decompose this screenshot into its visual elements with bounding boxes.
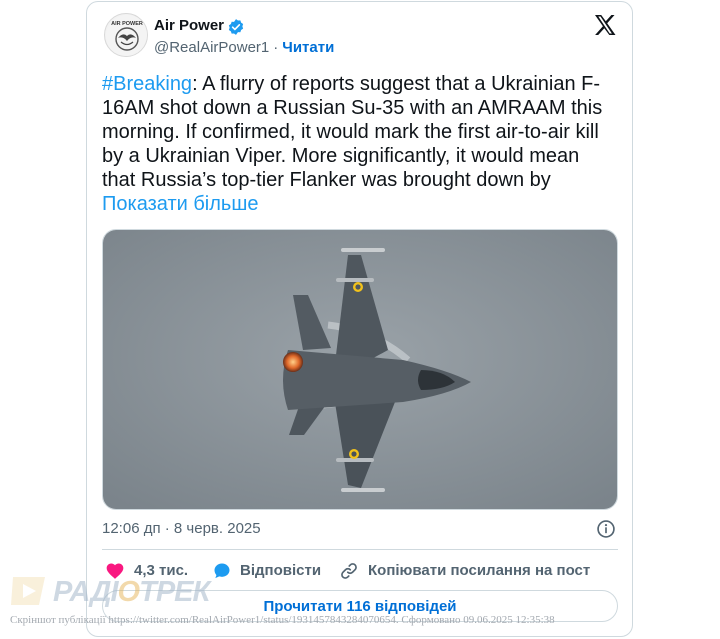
hashtag-link[interactable]: #Breaking <box>102 73 192 95</box>
copy-link-label: Копіювати посилання на пост <box>368 562 591 579</box>
x-logo-icon[interactable] <box>593 13 617 37</box>
follow-button[interactable]: Читати <box>282 39 334 56</box>
handle-row: @RealAirPower1 · Читати <box>154 39 335 56</box>
tweet-photo[interactable] <box>102 229 618 510</box>
link-icon <box>341 563 357 579</box>
post-timestamp[interactable]: 12:06 дп · 8 черв. 2025 <box>102 520 261 537</box>
author-handle[interactable]: @RealAirPower1 <box>154 39 269 56</box>
show-more-link[interactable]: Показати більше <box>102 193 258 215</box>
author-name[interactable]: Air Power <box>154 17 224 34</box>
play-logo-icon <box>11 577 45 605</box>
f16-jet-image <box>103 230 617 509</box>
watermark-caption: Скріншот публікації https://twitter.com/… <box>10 614 555 626</box>
avatar-text: AIR POWER <box>111 21 143 27</box>
reply-label: Відповісти <box>240 562 322 579</box>
avatar[interactable]: AIR POWER <box>104 13 148 57</box>
watermark-logo: РАДІОТРЕК <box>9 574 210 610</box>
info-icon[interactable] <box>596 519 616 539</box>
verified-badge-icon <box>228 19 244 35</box>
reply-bubble-icon <box>214 563 230 579</box>
tweet-text: #Breaking: A flurry of reports suggest t… <box>102 72 617 216</box>
divider <box>102 549 618 550</box>
